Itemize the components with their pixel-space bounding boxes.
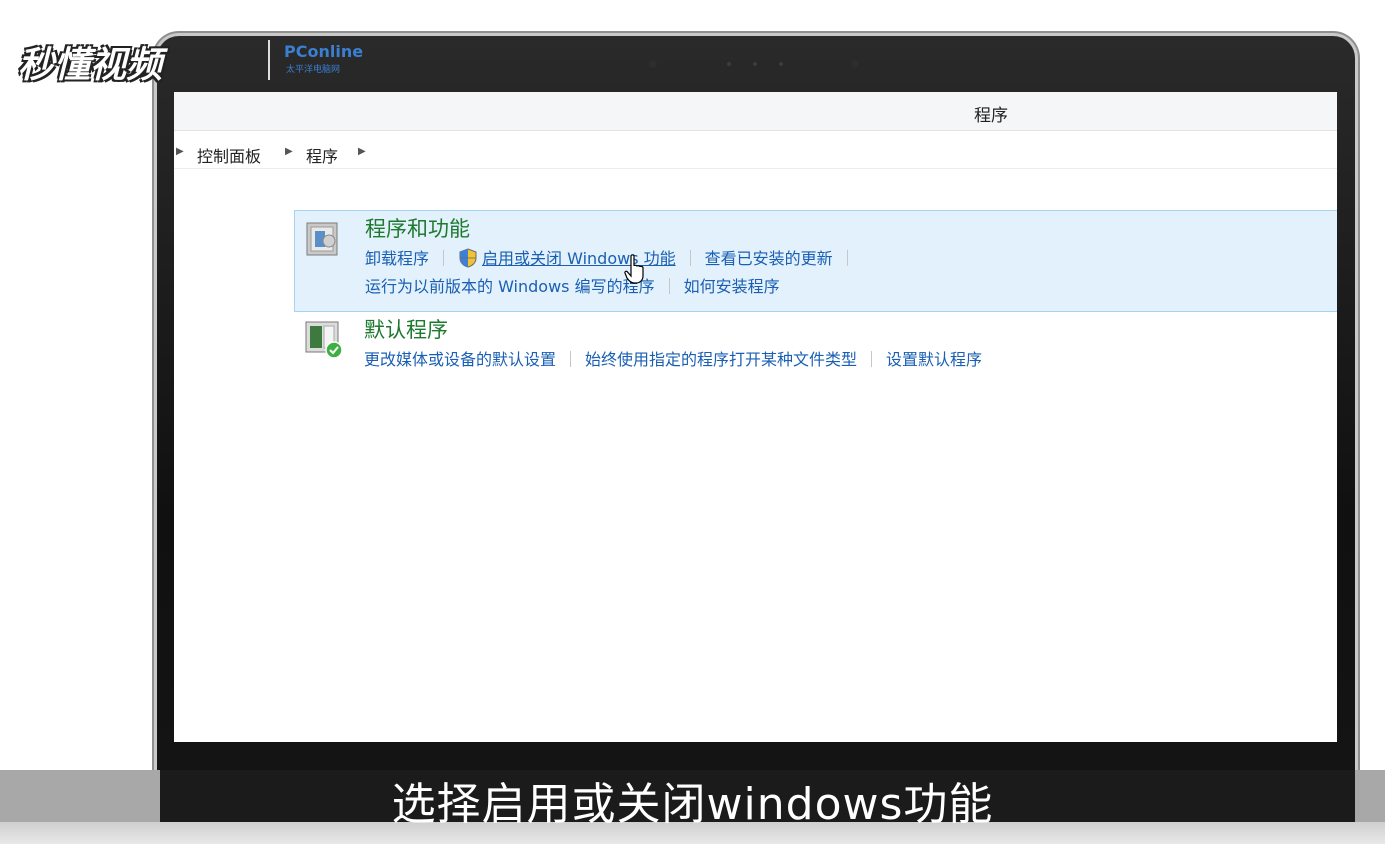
link-separator bbox=[443, 250, 445, 266]
category-links-row: 卸载程序 启用或关闭 Windows 功能 查看已安装的更新 bbox=[365, 245, 862, 269]
uninstall-program-link[interactable]: 卸载程序 bbox=[365, 249, 429, 268]
category-programs-and-features[interactable]: 程序和功能 卸载程序 启用或关闭 Windows 功能 查看已安装的更新 运行为以… bbox=[294, 210, 1337, 312]
screen: 程序 ▶ 控制面板 ▶ 程序 ▶ 程序和功能 卸载程序 启用或关闭 Window… bbox=[174, 92, 1337, 742]
watermark-logo-sub: 太平洋电脑网 bbox=[286, 65, 341, 75]
change-media-defaults-link[interactable]: 更改媒体或设备的默认设置 bbox=[364, 350, 556, 369]
camera-icon bbox=[649, 60, 657, 68]
run-older-programs-link[interactable]: 运行为以前版本的 Windows 编写的程序 bbox=[365, 277, 655, 296]
watermark-brand: 秒懂视频 bbox=[18, 45, 163, 86]
how-to-install-link[interactable]: 如何安装程序 bbox=[684, 277, 780, 296]
sensor-dot bbox=[727, 62, 731, 66]
video-subtitle: 选择启用或关闭windows功能 bbox=[391, 779, 994, 830]
sensor-dot bbox=[753, 62, 757, 66]
link-separator bbox=[570, 351, 572, 367]
view-installed-updates-link[interactable]: 查看已安装的更新 bbox=[705, 249, 833, 268]
file-type-association-link[interactable]: 始终使用指定的程序打开某种文件类型 bbox=[585, 350, 857, 369]
link-separator bbox=[846, 250, 848, 266]
sensor-dot bbox=[779, 62, 783, 66]
address-bar[interactable]: ▶ 控制面板 ▶ 程序 ▶ bbox=[174, 138, 1337, 169]
watermark-logo: PConline bbox=[284, 42, 364, 61]
default-programs-icon bbox=[305, 321, 343, 359]
category-title[interactable]: 默认程序 bbox=[364, 314, 448, 344]
breadcrumb-control-panel[interactable]: 控制面板 bbox=[197, 143, 261, 167]
turn-windows-features-link[interactable]: 启用或关闭 Windows 功能 bbox=[482, 249, 676, 268]
chevron-right-icon[interactable]: ▶ bbox=[285, 146, 293, 157]
category-links-row: 运行为以前版本的 Windows 编写的程序 如何安装程序 bbox=[365, 273, 780, 297]
window-titlebar: 程序 bbox=[174, 92, 1337, 131]
chevron-right-icon[interactable]: ▶ bbox=[358, 146, 366, 157]
link-separator bbox=[668, 278, 670, 294]
watermark-divider bbox=[268, 40, 270, 80]
hand-cursor-icon bbox=[624, 254, 644, 284]
link-separator bbox=[871, 351, 873, 367]
uac-shield-icon bbox=[459, 248, 477, 268]
window-title: 程序 bbox=[974, 106, 1008, 126]
breadcrumb-programs[interactable]: 程序 bbox=[306, 143, 338, 167]
chevron-right-icon[interactable]: ▶ bbox=[176, 146, 184, 157]
category-default-programs[interactable]: 默认程序 更改媒体或设备的默认设置 始终使用指定的程序打开某种文件类型 设置默认程序 bbox=[294, 312, 1337, 372]
link-separator bbox=[689, 250, 691, 266]
category-title[interactable]: 程序和功能 bbox=[365, 213, 470, 243]
set-default-programs-link[interactable]: 设置默认程序 bbox=[886, 350, 982, 369]
camera-icon bbox=[851, 60, 859, 68]
programs-box-icon bbox=[306, 222, 338, 256]
category-links-row: 更改媒体或设备的默认设置 始终使用指定的程序打开某种文件类型 设置默认程序 bbox=[364, 346, 982, 370]
